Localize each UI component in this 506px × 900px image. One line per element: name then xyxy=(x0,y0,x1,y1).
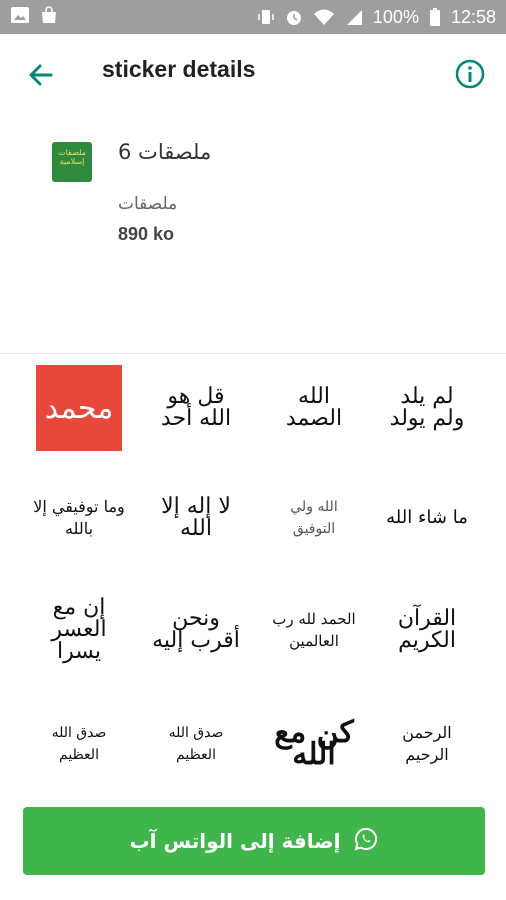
sticker-item[interactable]: قل هو الله أحد xyxy=(146,358,246,458)
sticker-image: الله الصمد xyxy=(285,384,343,431)
sticker-image: محمد xyxy=(36,365,122,451)
sticker-item[interactable]: صدق الله العظيم xyxy=(29,694,129,794)
pack-publisher: ملصقات xyxy=(118,194,178,214)
pack-name: ملصقات 6 xyxy=(118,140,212,164)
add-to-whatsapp-button[interactable]: إضافة إلى الواتس آب xyxy=(23,807,485,875)
sticker-item[interactable]: صدق الله العظيم xyxy=(146,694,246,794)
sticker-image: القرآن الكريم xyxy=(397,606,457,653)
page-title: sticker details xyxy=(102,56,256,82)
vibrate-icon xyxy=(257,8,275,26)
sticker-item[interactable]: القرآن الكريم xyxy=(377,580,477,680)
sticker-image: صدق الله العظيم xyxy=(51,725,107,763)
sticker-item[interactable]: الله الصمد xyxy=(264,358,364,458)
status-bar: 100% 12:58 xyxy=(0,0,506,34)
sticker-item[interactable]: كن مع الله xyxy=(264,694,364,794)
wifi-icon xyxy=(313,8,335,26)
sticker-image: الله ولي التوفيق xyxy=(290,499,338,537)
app-bar: sticker details xyxy=(0,34,506,116)
sticker-item[interactable]: الله ولي التوفيق xyxy=(264,468,364,568)
sticker-item[interactable]: لا إله إلا الله xyxy=(146,468,246,568)
shopping-bag-icon xyxy=(40,5,58,29)
sticker-image: وما توفيقي إلا بالله xyxy=(33,497,125,538)
sticker-item[interactable]: الحمد لله رب العالمين xyxy=(264,580,364,680)
sticker-image: لم يلد ولم يولد xyxy=(389,384,465,431)
sticker-image: الرحمن الرحيم xyxy=(402,723,452,764)
sticker-image: لا إله إلا الله xyxy=(161,494,231,541)
info-icon[interactable] xyxy=(454,58,486,90)
sticker-grid: محمد قل هو الله أحد الله الصمد لم يلد ول… xyxy=(0,358,506,798)
sticker-image: الحمد لله رب العالمين xyxy=(272,610,356,650)
alarm-icon xyxy=(285,8,303,26)
sticker-image: قل هو الله أحد xyxy=(160,384,232,431)
sticker-item[interactable]: لم يلد ولم يولد xyxy=(377,358,477,458)
pack-size: 890 ko xyxy=(118,224,175,244)
pack-header: ملصقات إسلامية ملصقات 6 ملصقات 890 ko xyxy=(0,116,506,354)
pack-tray-icon: ملصقات إسلامية xyxy=(52,142,92,182)
sticker-image: ما شاء الله xyxy=(386,507,468,528)
image-icon xyxy=(10,6,30,29)
add-to-whatsapp-label: إضافة إلى الواتس آب xyxy=(129,829,341,853)
sticker-image: صدق الله العظيم xyxy=(168,725,224,763)
sticker-item[interactable]: ونحن أقرب إليه xyxy=(146,580,246,680)
whatsapp-icon xyxy=(354,827,378,856)
signal-icon xyxy=(345,8,363,26)
sticker-item[interactable]: محمد xyxy=(29,358,129,458)
pack-icon-label: ملصقات إسلامية xyxy=(58,148,86,166)
sticker-item[interactable]: إن مع العسر يسرا xyxy=(29,580,129,680)
battery-icon xyxy=(429,7,441,27)
sticker-image: إن مع العسر يسرا xyxy=(51,595,107,664)
sticker-image: ونحن أقرب إليه xyxy=(152,606,240,653)
sticker-item[interactable]: الرحمن الرحيم xyxy=(377,694,477,794)
divider xyxy=(0,353,506,354)
clock-time: 12:58 xyxy=(450,6,496,27)
sticker-image: كن مع الله xyxy=(274,715,354,772)
battery-percent: 100% xyxy=(372,6,419,27)
sticker-item[interactable]: وما توفيقي إلا بالله xyxy=(29,468,129,568)
back-arrow-icon[interactable] xyxy=(26,60,56,90)
sticker-item[interactable]: ما شاء الله xyxy=(377,468,477,568)
